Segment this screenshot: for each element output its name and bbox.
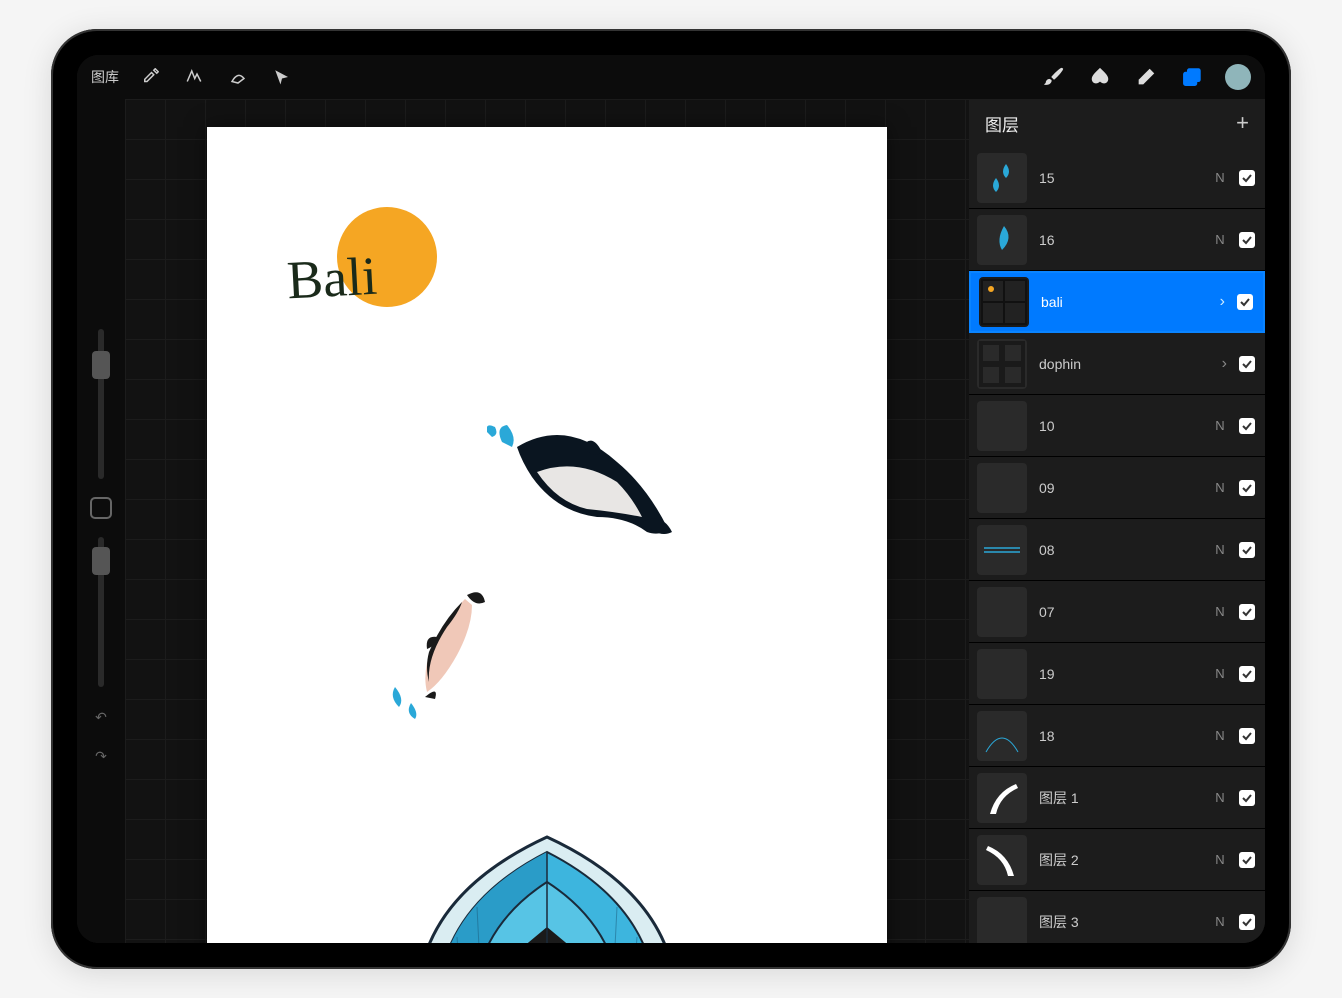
main-area: ↶ ↷ Bali (77, 99, 1265, 943)
layer-blend-mode[interactable]: N (1213, 790, 1227, 805)
canvas-viewport[interactable]: Bali (125, 99, 969, 943)
layer-row[interactable]: 08 N (969, 519, 1265, 581)
layer-name-label: dophin (1039, 356, 1210, 372)
layer-thumbnail (977, 587, 1027, 637)
layer-blend-mode[interactable]: N (1213, 418, 1227, 433)
transform-icon[interactable] (269, 64, 295, 90)
modify-button[interactable] (90, 497, 112, 519)
layer-name-label: 07 (1039, 604, 1201, 620)
layer-blend-mode[interactable]: N (1213, 728, 1227, 743)
layer-thumbnail (977, 773, 1027, 823)
layer-visibility-checkbox[interactable] (1239, 170, 1255, 186)
layer-row[interactable]: 图层 1 N (969, 767, 1265, 829)
layer-thumbnail (977, 401, 1027, 451)
layer-row[interactable]: 图层 2 N (969, 829, 1265, 891)
adjustments-icon[interactable] (181, 64, 207, 90)
undo-icon[interactable]: ↶ (95, 709, 107, 726)
layer-row[interactable]: 18 N (969, 705, 1265, 767)
layer-row[interactable]: 15 N (969, 147, 1265, 209)
layer-blend-mode[interactable]: N (1213, 542, 1227, 557)
layer-visibility-checkbox[interactable] (1239, 728, 1255, 744)
smudge-icon[interactable] (1087, 64, 1113, 90)
device-frame: 图库 (51, 29, 1291, 969)
sidebar-tools: ↶ ↷ (77, 99, 125, 943)
layer-thumbnail (977, 897, 1027, 944)
top-toolbar: 图库 (77, 55, 1265, 99)
brush-size-slider[interactable] (98, 329, 104, 479)
layer-blend-mode[interactable]: N (1213, 480, 1227, 495)
layers-panel-header: 图层 + (969, 99, 1265, 147)
layer-thumbnail (977, 525, 1027, 575)
add-layer-button[interactable]: + (1236, 110, 1249, 136)
gallery-button[interactable]: 图库 (91, 67, 119, 87)
layer-thumbnail (977, 711, 1027, 761)
layer-name-label: 18 (1039, 728, 1201, 744)
layers-list[interactable]: 15N16Nbali›dophin›10N09N08N07N19N18N图层 1… (969, 147, 1265, 943)
layer-name-label: 09 (1039, 480, 1201, 496)
layer-visibility-checkbox[interactable] (1239, 542, 1255, 558)
layer-name-label: 08 (1039, 542, 1201, 558)
layer-thumbnail (977, 215, 1027, 265)
layer-blend-mode[interactable]: N (1213, 170, 1227, 185)
layer-name-label: 19 (1039, 666, 1201, 682)
layer-row[interactable]: 09 N (969, 457, 1265, 519)
layer-thumbnail (979, 277, 1029, 327)
chevron-right-icon[interactable]: › (1222, 355, 1227, 373)
layer-thumbnail (977, 153, 1027, 203)
brush-opacity-slider[interactable] (98, 537, 104, 687)
layer-row[interactable]: dophin › (969, 333, 1265, 395)
layer-visibility-checkbox[interactable] (1237, 294, 1253, 310)
layer-name-label: 16 (1039, 232, 1201, 248)
layer-visibility-checkbox[interactable] (1239, 480, 1255, 496)
layer-blend-mode[interactable]: N (1213, 604, 1227, 619)
layer-name-label: 10 (1039, 418, 1201, 434)
bali-text: Bali (285, 245, 378, 312)
layer-visibility-checkbox[interactable] (1239, 852, 1255, 868)
layer-name-label: bali (1041, 294, 1208, 310)
layer-thumbnail (977, 463, 1027, 513)
layer-visibility-checkbox[interactable] (1239, 790, 1255, 806)
layer-blend-mode[interactable]: N (1213, 666, 1227, 681)
layer-name-label: 15 (1039, 170, 1201, 186)
layer-blend-mode[interactable]: N (1213, 914, 1227, 929)
layer-name-label: 图层 3 (1039, 912, 1201, 932)
eraser-icon[interactable] (1133, 64, 1159, 90)
slider-thumb[interactable] (92, 547, 110, 575)
layer-thumbnail (977, 835, 1027, 885)
layer-blend-mode[interactable]: N (1213, 232, 1227, 247)
chevron-right-icon[interactable]: › (1220, 293, 1225, 311)
layer-name-label: 图层 2 (1039, 850, 1201, 870)
selection-icon[interactable] (225, 64, 251, 90)
layer-visibility-checkbox[interactable] (1239, 356, 1255, 372)
layer-row[interactable]: bali › (969, 271, 1265, 333)
layer-thumbnail (977, 339, 1027, 389)
dolphin-shape (487, 417, 687, 557)
layer-visibility-checkbox[interactable] (1239, 232, 1255, 248)
layer-row[interactable]: 10 N (969, 395, 1265, 457)
layers-panel-title: 图层 (985, 111, 1019, 136)
app-screen: 图库 (77, 55, 1265, 943)
boat-shape (387, 807, 707, 943)
slider-thumb[interactable] (92, 351, 110, 379)
redo-icon[interactable]: ↷ (95, 748, 107, 765)
layers-icon[interactable] (1179, 64, 1205, 90)
canvas[interactable]: Bali (207, 127, 887, 943)
layer-visibility-checkbox[interactable] (1239, 418, 1255, 434)
layer-row[interactable]: 图层 3 N (969, 891, 1265, 943)
layer-thumbnail (977, 649, 1027, 699)
layer-row[interactable]: 16 N (969, 209, 1265, 271)
layers-panel: 图层 + 15N16Nbali›dophin›10N09N08N07N19N18… (969, 99, 1265, 943)
color-swatch[interactable] (1225, 64, 1251, 90)
layer-visibility-checkbox[interactable] (1239, 914, 1255, 930)
brush-icon[interactable] (1041, 64, 1067, 90)
dolphin-shape-small (387, 587, 507, 737)
actions-icon[interactable] (137, 64, 163, 90)
layer-row[interactable]: 19 N (969, 643, 1265, 705)
layer-visibility-checkbox[interactable] (1239, 604, 1255, 620)
layer-visibility-checkbox[interactable] (1239, 666, 1255, 682)
layer-row[interactable]: 07 N (969, 581, 1265, 643)
layer-name-label: 图层 1 (1039, 788, 1201, 808)
layer-blend-mode[interactable]: N (1213, 852, 1227, 867)
